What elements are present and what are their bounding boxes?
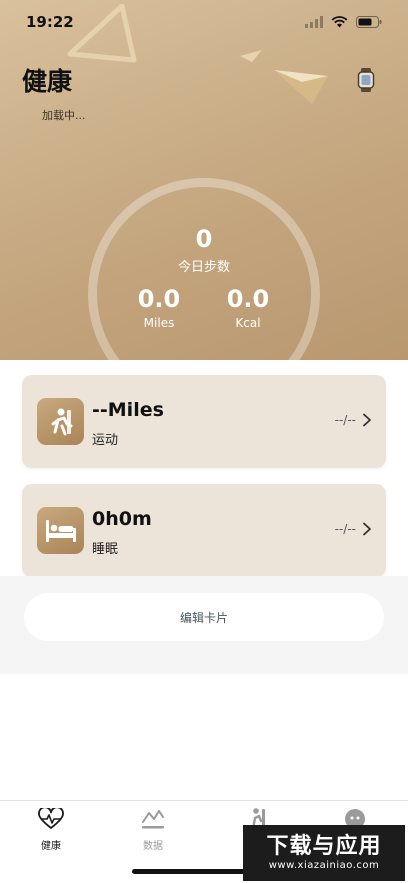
steps-label: 今日步数 [177,260,230,275]
tab-data[interactable]: 数据 [123,807,183,855]
card-icon-container [37,398,84,445]
sleep-icon [45,519,76,542]
tab-health-label: 健康 [41,841,61,852]
distance-value: 0.0 [137,285,181,313]
calories-unit: Kcal [235,316,261,330]
status-time: 19:22 [26,13,74,31]
watermark-main: 下载与应用 [266,834,382,860]
page-title: 健康 [22,67,73,96]
exercise-extra: --/-- [334,413,356,427]
sleep-extra: --/-- [334,522,356,536]
decor-shard-icon [240,50,262,62]
sleep-card[interactable]: 0h0m 睡眠 --/-- [22,484,386,577]
watermark-logo: 下载与应用 www.xiazainiao.com [243,825,405,881]
heart-pulse-icon [38,808,64,829]
watch-button[interactable] [356,68,376,92]
wifi-icon [331,16,348,28]
edit-cards-button[interactable]: 编辑卡片 [24,593,384,641]
chevron-right-icon [363,522,371,536]
steps-value: 0 [195,225,213,253]
exercise-label: 运动 [92,433,119,448]
chevron-right-icon [363,413,371,427]
card-icon-container [37,507,84,554]
status-icons [305,16,382,28]
decor-pyramid-icon [274,70,328,104]
distance-unit: Miles [143,316,175,330]
exercise-card[interactable]: --Miles 运动 --/-- [22,375,386,468]
cards-section: --Miles 运动 --/-- 0h0m 睡眠 --/-- [0,360,408,577]
battery-icon [356,16,382,28]
signal-icon [305,16,323,28]
watermark-sub: www.xiazainiao.com [268,859,380,871]
exercise-icon [51,408,72,435]
chart-icon [142,810,164,829]
sleep-label: 睡眠 [92,542,119,557]
status-bar: 19:22 [0,0,408,44]
calories-value: 0.0 [226,285,270,313]
sleep-value: 0h0m [92,508,152,530]
loading-status: 加载中... [42,109,86,122]
tab-data-label: 数据 [143,841,163,852]
watch-icon [357,68,375,92]
tab-health[interactable]: 健康 [21,807,81,855]
exercise-value: --Miles [92,399,164,421]
